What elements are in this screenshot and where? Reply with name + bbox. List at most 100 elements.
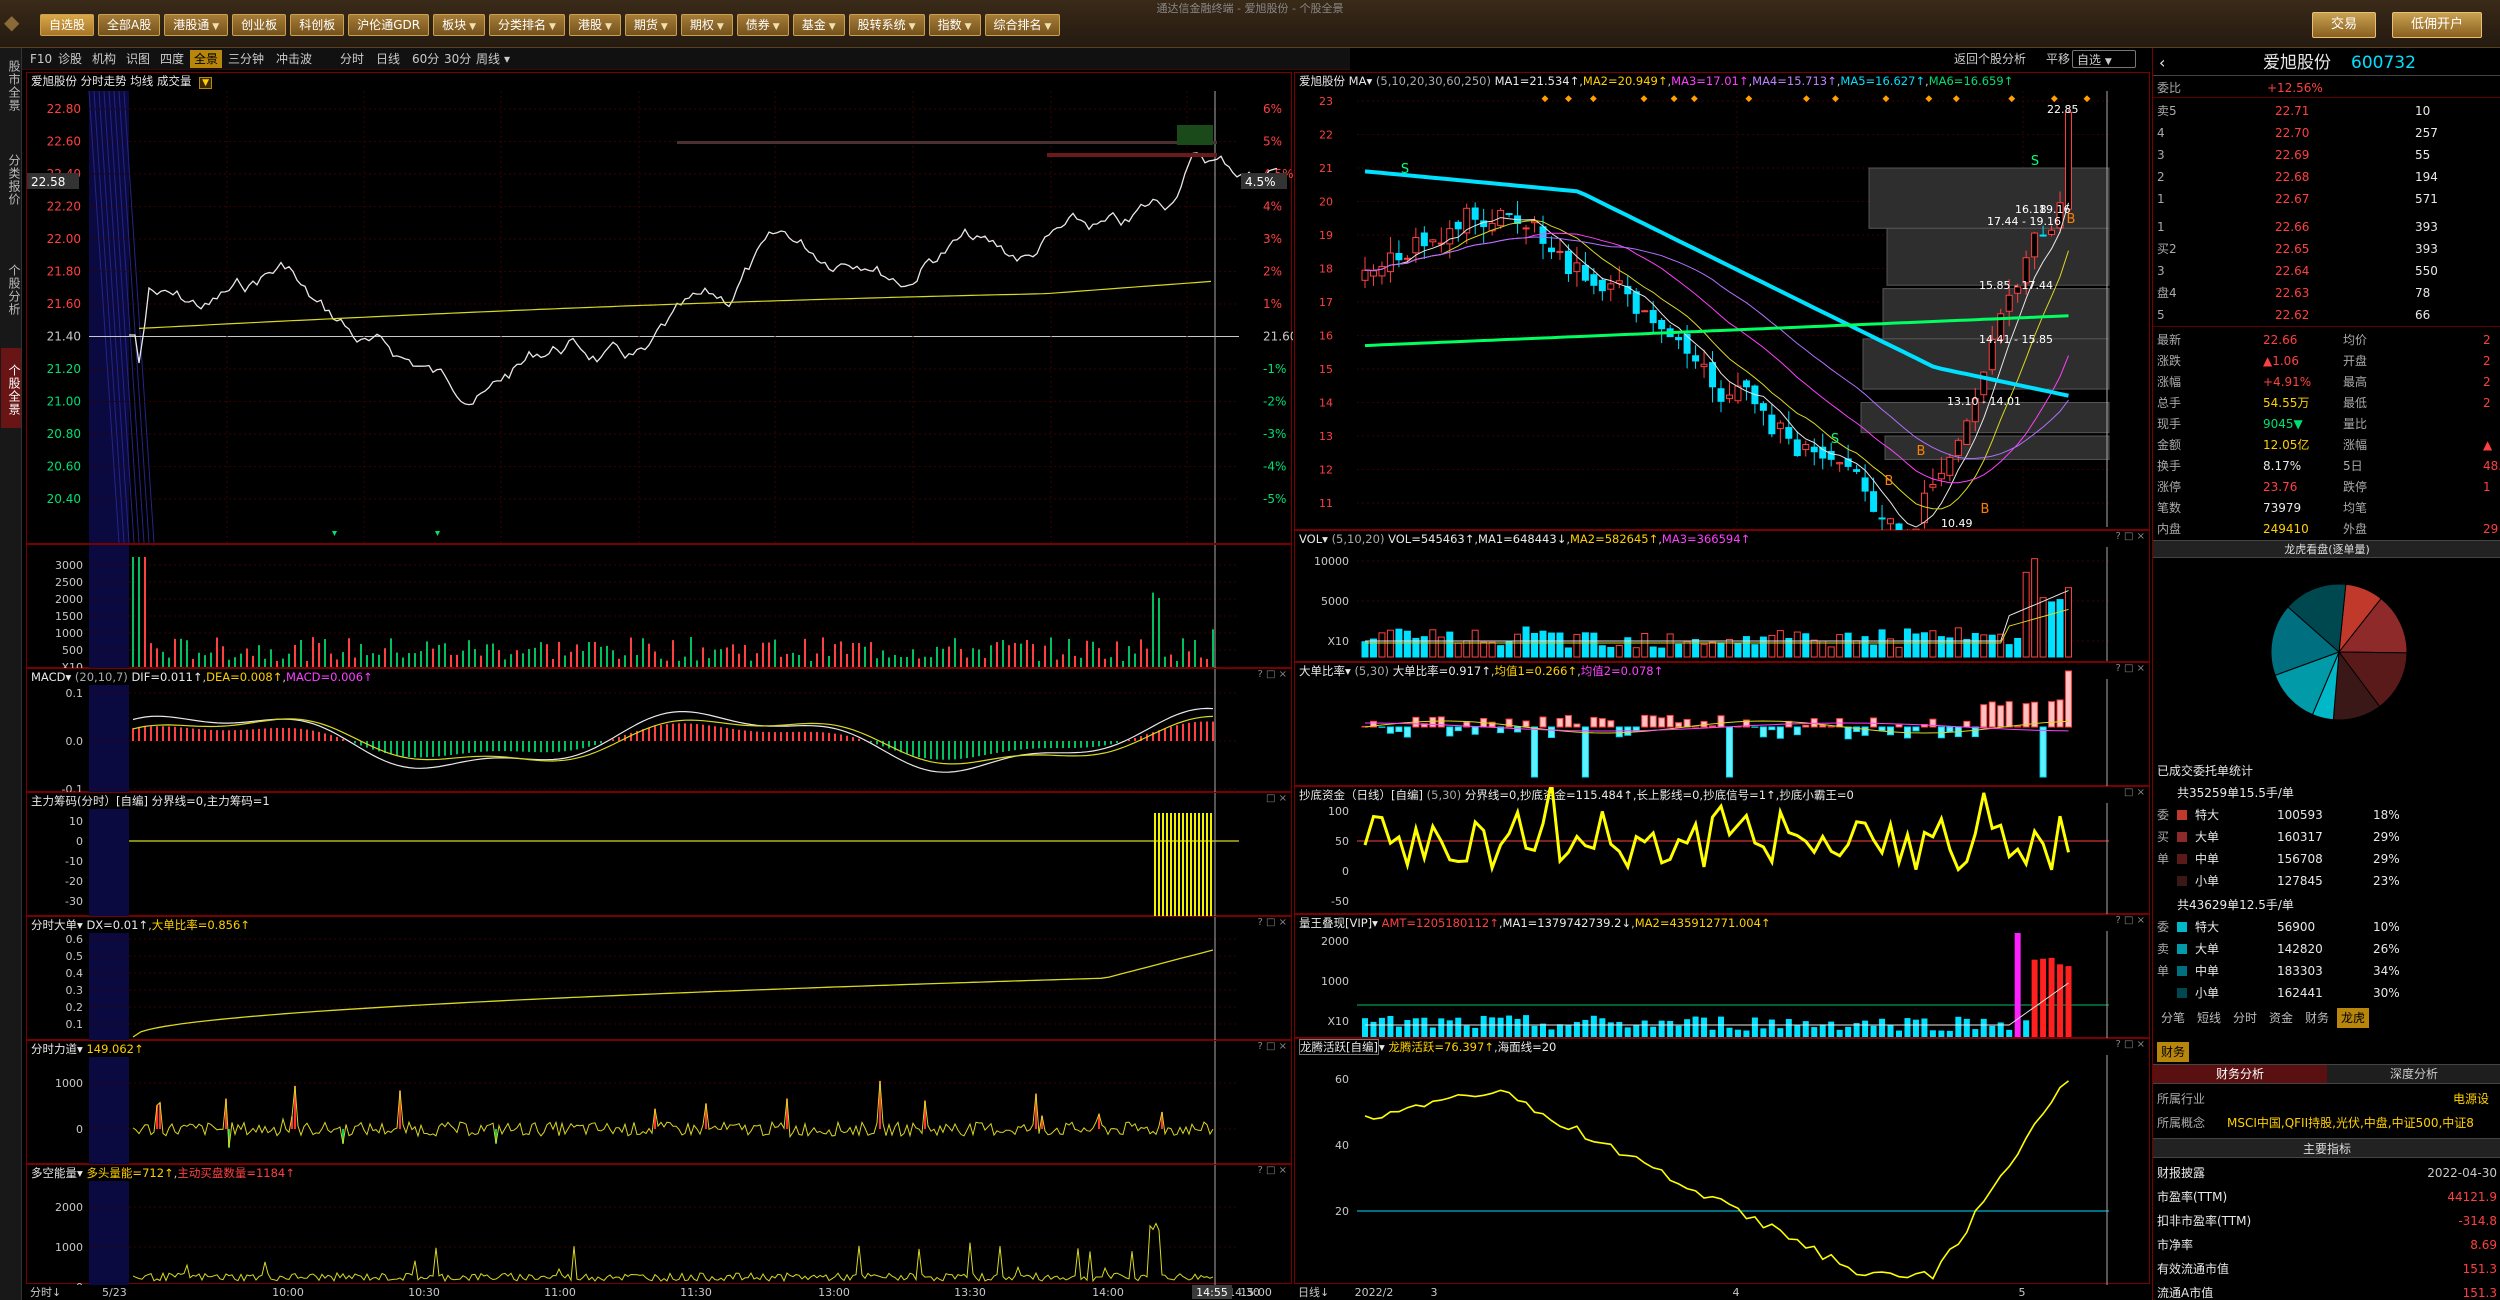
multi-chart[interactable]: 200010000 [27, 1165, 1293, 1285]
nav-button[interactable]: 基金 ▼ [792, 14, 845, 36]
order-stat-row: 委 特大 100593 18% [2153, 804, 2500, 826]
toolbar-tab[interactable]: 冲击波 [272, 50, 316, 68]
candle-body [2048, 229, 2056, 235]
nav-button[interactable]: 分类排名 ▼ [489, 14, 565, 36]
tab-finance[interactable]: 财务 [2157, 1042, 2190, 1062]
return-analysis-button[interactable]: 返回个股分析 [1950, 50, 2030, 68]
buy-level-row[interactable]: 3 22.64 550 [2153, 260, 2500, 282]
toolbar-tab[interactable]: 三分钟 [224, 50, 268, 68]
back-icon[interactable]: ‹ [2159, 50, 2165, 76]
nav-button[interactable]: 全部A股 [98, 14, 161, 36]
price-tick-label: 11 [1319, 497, 1333, 510]
period-tab[interactable]: 日线 [372, 50, 404, 68]
price-tick-label: 20.40 [47, 492, 81, 506]
pan-button[interactable]: 平移 [2042, 50, 2074, 68]
force-chart[interactable]: 10000-1000 [27, 1041, 1293, 1165]
nav-button[interactable]: 沪伦通GDR [348, 14, 430, 36]
tab-market-overview[interactable]: 股市全景 [1, 48, 21, 120]
order-pct: 29% [2373, 830, 2400, 844]
bottom-fund-chart[interactable]: 100 50 0 -50 [1295, 787, 2151, 915]
daily-volume-bar [1649, 646, 1657, 658]
chevron-down-icon: ▼ [828, 22, 836, 32]
toolbar-tab[interactable]: 诊股 [54, 50, 86, 68]
chip-range-label: 15.85 - 17.44 [1979, 279, 2053, 292]
watchlist-dropdown[interactable]: 自选 ▼ [2072, 50, 2136, 68]
intraday-price-chart[interactable]: 22.806%22.605%22.404.5%22.204%22.003%21.… [27, 73, 1293, 545]
depth-bar [677, 141, 1217, 144]
nav-button[interactable]: 指数 ▼ [928, 14, 981, 36]
sell-level-row[interactable]: 4 22.70 257 [2153, 122, 2500, 144]
amt-bar [1362, 1018, 1368, 1037]
candle-body [1607, 283, 1615, 290]
nav-button[interactable]: 港股通 ▼ [164, 14, 229, 36]
tab-category-quotes[interactable]: 分类报价 [1, 138, 21, 218]
order-side: 委 [2157, 808, 2170, 822]
period-tab[interactable]: 分时 [336, 50, 368, 68]
right-tab[interactable]: 财务 [2301, 1008, 2333, 1028]
bigorder-chart[interactable]: 0.6 0.5 0.4 0.3 0.2 0.1 [27, 917, 1293, 1041]
toolbar-tab[interactable]: 四度 [156, 50, 188, 68]
nav-button[interactable]: 综合排名 ▼ [984, 14, 1061, 36]
toolbar-tab[interactable]: 全景 [190, 50, 223, 68]
buy-level-row[interactable]: 买2 22.65 393 [2153, 238, 2500, 260]
daily-volume-bar [1870, 644, 1878, 658]
stat-value: 2 [2483, 396, 2491, 410]
daily-kline-chart[interactable]: 23 22 21 20 19 18 17 16 15 14 13 12 11 22.85 17.44 - 1… [1295, 73, 2151, 531]
sell-level-row[interactable]: 3 22.69 55 [2153, 144, 2500, 166]
nav-button[interactable]: 期货 ▼ [624, 14, 677, 36]
stat-row: 涨幅 +4.91% 最高 2 [2153, 372, 2500, 393]
toolbar-tab[interactable]: 识图 [122, 50, 154, 68]
tab-stock-panorama[interactable]: 个股全景 [1, 348, 21, 428]
finance-row: 有效流通市值 151.3 [2153, 1258, 2500, 1280]
daily-volume-tick-label: 5000 [1321, 595, 1349, 608]
daily-volume-chart[interactable]: 10000 5000 X10 [1295, 531, 2151, 663]
amt-chart[interactable]: 2000 1000 X10 [1295, 915, 2151, 1039]
bigratio-bar [1912, 726, 1920, 732]
nav-button[interactable]: 创业板 [232, 14, 287, 36]
sell-level-row[interactable]: 2 22.68 194 [2153, 166, 2500, 188]
nav-button[interactable]: 板块 ▼ [433, 14, 486, 36]
sell-level-row[interactable]: 1 22.67 571 [2153, 188, 2500, 210]
finance-subtabs: 财务分析 深度分析 [2153, 1064, 2500, 1084]
stat-label: 最新 [2157, 333, 2182, 347]
nav-button[interactable]: 自选股 [40, 14, 95, 36]
buy-level-row[interactable]: 5 22.62 66 [2153, 304, 2500, 326]
nav-button[interactable]: 港股 ▼ [568, 14, 621, 36]
intraday-volume-chart[interactable]: 30002500200015001000500X10 [27, 545, 1293, 669]
buy-level-row[interactable]: 盘4 22.63 78 [2153, 282, 2500, 304]
bigratio-chart[interactable] [1295, 663, 2151, 787]
dragon-chart[interactable]: 60 40 20 [1295, 1039, 2151, 1285]
time-tick-label: 11:30 [680, 1286, 712, 1299]
subtab-finance-analysis[interactable]: 财务分析 [2153, 1065, 2327, 1083]
order-pie-chart[interactable] [2153, 560, 2500, 760]
nav-button[interactable]: 股转系统 ▼ [848, 14, 925, 36]
toolbar-tab[interactable]: F10 [26, 50, 56, 68]
right-tab[interactable]: 分时 [2229, 1008, 2261, 1028]
right-tab[interactable]: 资金 [2265, 1008, 2297, 1028]
right-tab[interactable]: 分笔 [2157, 1008, 2189, 1028]
nav-button[interactable]: 科创板 [290, 14, 345, 36]
amt-bar [1870, 1025, 1877, 1037]
nav-button[interactable]: 期权 ▼ [680, 14, 733, 36]
macd-chart[interactable]: 0.10.0-0.1 [27, 669, 1293, 793]
chip-chart[interactable]: 10 0 -10 -20 -30 [27, 793, 1293, 917]
right-tab[interactable]: 短线 [2193, 1008, 2225, 1028]
period-tab[interactable]: 60分 [408, 50, 443, 68]
amt-bar [1556, 1024, 1563, 1037]
right-tab[interactable]: 龙虎 [2337, 1008, 2370, 1028]
chevron-down-icon[interactable]: ▾ [500, 50, 514, 68]
order-pct: 23% [2373, 874, 2400, 888]
open-account-button[interactable]: 低佣开户 [2392, 12, 2483, 38]
subtab-deep-analysis[interactable]: 深度分析 [2327, 1065, 2500, 1083]
buy-level-row[interactable]: 1 22.66 393 [2153, 216, 2500, 238]
toolbar-tab[interactable]: 机构 [88, 50, 120, 68]
bigratio-bar [1556, 717, 1564, 728]
trade-button[interactable]: 交易 [2312, 12, 2377, 38]
period-tab[interactable]: 30分 [440, 50, 475, 68]
bigratio-bar [1844, 726, 1852, 740]
nav-button[interactable]: 债券 ▼ [736, 14, 789, 36]
tab-stock-analysis[interactable]: 个股分析 [1, 248, 21, 328]
sell-level-row[interactable]: 卖5 22.71 10 [2153, 100, 2500, 122]
return-analysis-button[interactable] [1942, 50, 1950, 68]
down-arrow-marker [332, 531, 337, 536]
